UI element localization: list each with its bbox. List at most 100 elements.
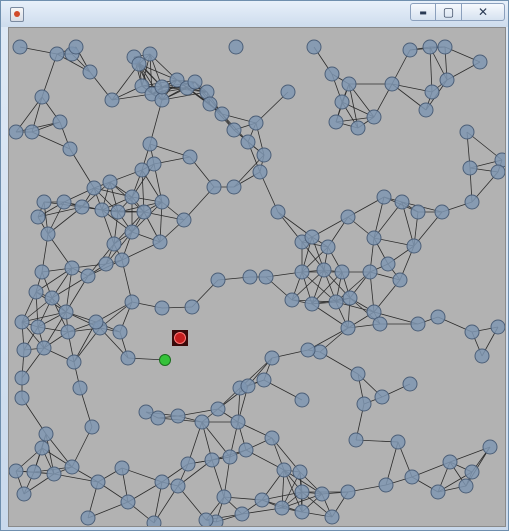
target-node[interactable] [174,332,186,344]
graph-node[interactable] [154,79,170,95]
graph-node[interactable] [154,194,170,210]
graph-node[interactable] [280,84,296,100]
graph-node[interactable] [80,510,96,526]
graph-node[interactable] [284,292,300,308]
graph-node[interactable] [430,484,446,500]
graph-node[interactable] [58,304,74,320]
graph-node[interactable] [234,506,250,522]
graph-node[interactable] [238,442,254,458]
graph-node[interactable] [294,392,310,408]
graph-node[interactable] [52,114,68,130]
graph-node[interactable] [170,478,186,494]
graph-node[interactable] [324,66,340,82]
graph-node[interactable] [40,226,56,242]
graph-node[interactable] [402,42,418,58]
graph-node[interactable] [120,494,136,510]
graph-node[interactable] [240,134,256,150]
graph-node[interactable] [154,92,170,108]
graph-node[interactable] [348,432,364,448]
graph-node[interactable] [294,484,310,500]
graph-node[interactable] [146,515,162,526]
graph-node[interactable] [9,124,24,140]
graph-node[interactable] [16,486,32,502]
graph-node[interactable] [28,284,44,300]
graph-canvas[interactable] [9,28,505,526]
graph-node[interactable] [462,160,478,176]
graph-node[interactable] [112,324,128,340]
graph-node[interactable] [38,426,54,442]
graph-node[interactable] [24,124,40,140]
graph-node[interactable] [68,39,84,55]
graph-node[interactable] [256,147,272,163]
graph-node[interactable] [342,290,358,306]
graph-node[interactable] [204,452,220,468]
graph-node[interactable] [294,504,310,520]
graph-node[interactable] [49,46,65,62]
graph-node[interactable] [206,179,222,195]
graph-node[interactable] [34,264,50,280]
graph-node[interactable] [392,272,408,288]
graph-node[interactable] [110,204,126,220]
graph-node[interactable] [176,212,192,228]
graph-node[interactable] [378,477,394,493]
close-button[interactable]: ✕ [461,3,505,21]
graph-node[interactable] [88,314,104,330]
graph-node[interactable] [30,209,46,225]
graph-node[interactable] [12,39,28,55]
graph-node[interactable] [434,204,450,220]
graph-node[interactable] [340,484,356,500]
graph-node[interactable] [374,389,390,405]
graph-node[interactable] [34,89,50,105]
graph-node[interactable] [464,194,480,210]
graph-node[interactable] [228,39,244,55]
graph-node[interactable] [372,316,388,332]
graph-node[interactable] [214,106,230,122]
graph-node[interactable] [56,194,72,210]
graph-node[interactable] [124,294,140,310]
graph-node[interactable] [300,342,316,358]
graph-node[interactable] [9,463,24,479]
graph-canvas-panel[interactable] [8,27,506,527]
graph-node[interactable] [424,84,440,100]
graph-node[interactable] [256,372,272,388]
graph-node[interactable] [152,234,168,250]
graph-node[interactable] [402,376,418,392]
graph-node[interactable] [46,466,62,482]
graph-node[interactable] [16,342,32,358]
graph-node[interactable] [390,434,406,450]
graph-node[interactable] [142,46,158,62]
graph-node[interactable] [258,269,274,285]
graph-node[interactable] [366,109,382,125]
graph-node[interactable] [136,204,152,220]
graph-node[interactable] [276,462,292,478]
graph-node[interactable] [36,194,52,210]
graph-node[interactable] [142,136,158,152]
graph-node[interactable] [30,319,46,335]
minimize-button[interactable]: ▬ [410,3,436,21]
source-node[interactable] [159,354,171,366]
graph-node[interactable] [124,189,140,205]
graph-node[interactable] [131,56,147,72]
graph-node[interactable] [324,509,340,525]
graph-node[interactable] [26,464,42,480]
graph-node[interactable] [226,122,242,138]
graph-node[interactable] [394,194,410,210]
graph-node[interactable] [404,469,420,485]
maximize-button[interactable]: ▢ [435,3,462,21]
graph-node[interactable] [304,296,320,312]
graph-node[interactable] [150,410,166,426]
graph-node[interactable] [334,264,350,280]
graph-node[interactable] [98,256,114,272]
graph-node[interactable] [230,414,246,430]
graph-node[interactable] [64,260,80,276]
graph-node[interactable] [210,272,226,288]
graph-node[interactable] [459,124,475,140]
graph-node[interactable] [72,380,88,396]
graph-node[interactable] [294,264,310,280]
graph-node[interactable] [114,252,130,268]
graph-node[interactable] [240,378,256,394]
graph-node[interactable] [216,489,232,505]
graph-node[interactable] [34,440,50,456]
graph-node[interactable] [270,204,286,220]
title-bar[interactable]: ▬ ▢ ✕ [1,1,508,27]
